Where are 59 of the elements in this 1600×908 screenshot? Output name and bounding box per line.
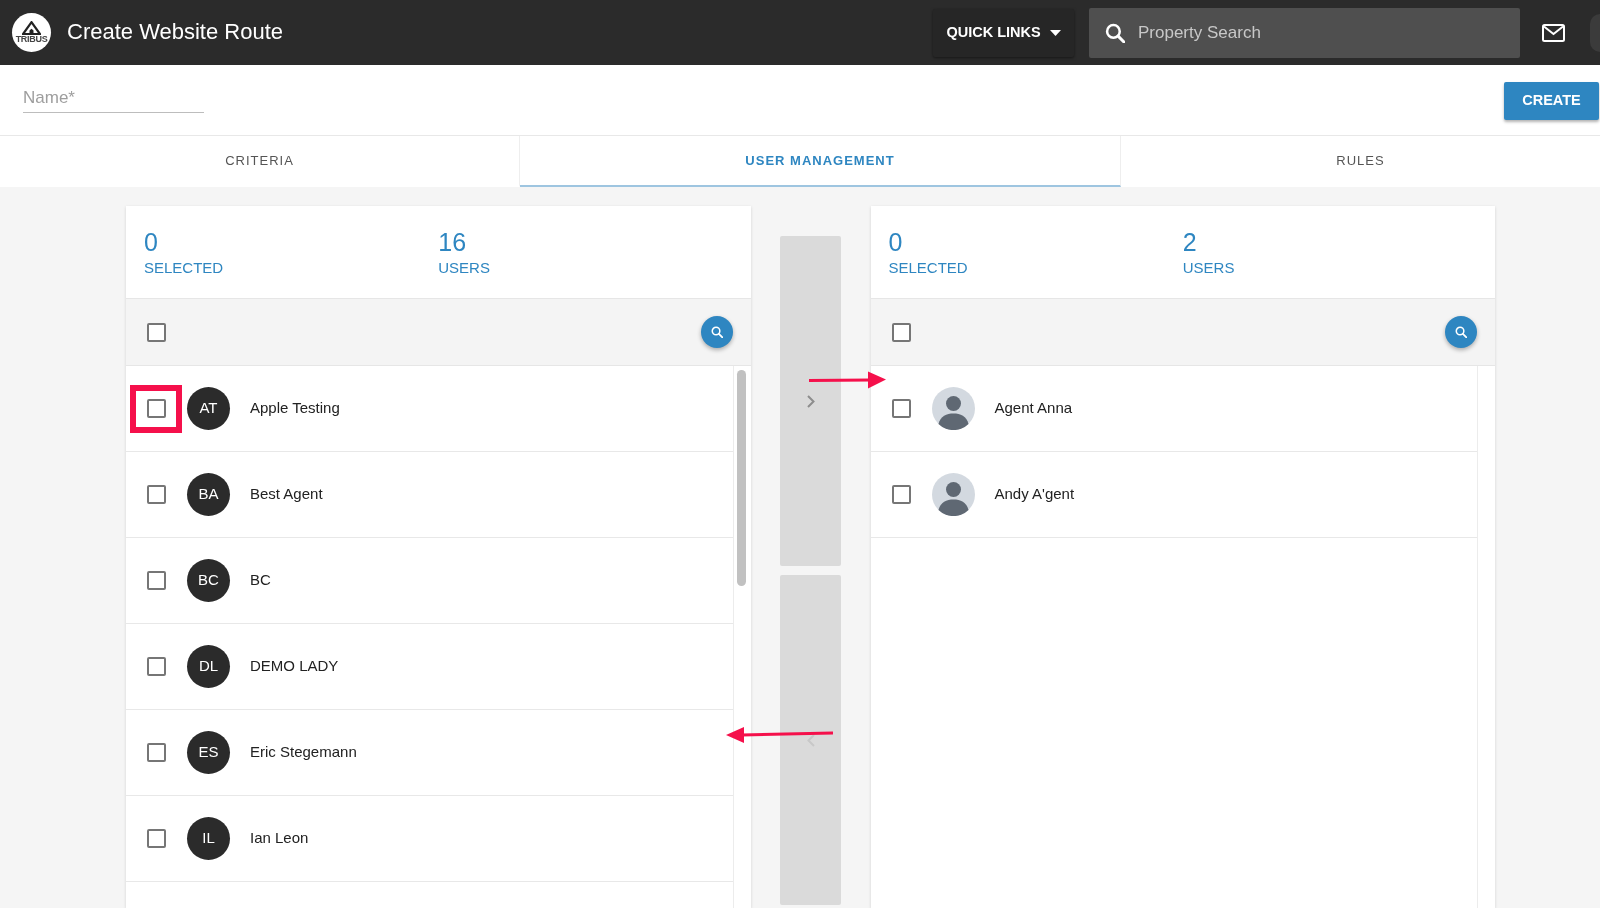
scrollbar-thumb[interactable] [736,370,746,586]
initials-avatar: AT [187,387,230,430]
quick-links-button[interactable]: QUICK LINKS [933,8,1074,57]
row-checkbox[interactable] [147,571,166,590]
search-button[interactable] [700,316,733,348]
user-name: Ian Leon [250,828,309,849]
stat-value: 0 [888,227,904,257]
user-name: Apple Testing [250,398,340,419]
search-icon [1105,22,1125,43]
row-checkbox[interactable] [891,399,911,418]
select-all-checkbox[interactable] [891,322,911,342]
user-name: DEMO LADY [250,656,339,677]
user-name: Eric Stegemann [250,742,357,763]
tab[interactable]: USER MANAGEMENT [520,136,1121,187]
initials-avatar: DL [187,645,230,688]
stat-value: 0 [144,227,159,257]
search-field[interactable]: Property Search [1089,7,1520,58]
initials-avatar: BC [187,559,230,602]
row-checkbox[interactable] [147,829,166,848]
mail-icon[interactable] [1542,23,1565,42]
initials-avatar: BA [187,473,230,516]
select-all-checkbox[interactable] [147,322,166,342]
roof-icon [22,21,41,35]
avatar-silhouette-icon [931,387,975,430]
user-row[interactable]: IL Ian Leon [126,796,733,882]
user-row[interactable]: DL DEMO LADY [126,624,733,710]
stat-value: 2 [1182,227,1198,257]
row-checkbox[interactable] [147,399,166,418]
avatar-silhouette-icon [931,473,975,516]
search-icon [710,326,723,338]
user-row[interactable]: Andy A'gent [870,452,1477,538]
user-name: Best Agent [250,484,323,505]
user-row[interactable]: ES Eric Stegemann [126,710,733,796]
user-row[interactable]: Agent Anna [870,366,1477,452]
initials-avatar: IL [187,817,230,860]
caret-icon [1049,29,1061,36]
user-row[interactable]: BC BC [126,538,733,624]
user-row[interactable]: AT Apple Testing [126,366,733,452]
row-checkbox[interactable] [147,743,166,762]
highlight-frame [130,385,182,433]
search-button[interactable] [1445,316,1477,348]
create-button[interactable]: CREATE [1504,82,1599,120]
row-checkbox[interactable] [147,485,166,504]
user-name: Agent Anna [994,398,1073,419]
user-name: BC [250,570,271,591]
initials-avatar: ES [187,731,230,774]
row-checkbox[interactable] [891,485,911,504]
page-title: Create Website Route [67,19,284,46]
stat-label: USERS [438,259,491,277]
stat-value: 16 [438,227,468,257]
name-field[interactable]: Name* [23,83,204,113]
logo-text: TRIBUS [15,35,48,44]
row-checkbox[interactable] [147,657,166,676]
user-row[interactable]: BA Best Agent [126,452,733,538]
stat-label: SELECTED [888,259,969,277]
search-icon [1455,326,1467,338]
user-name: Andy A'gent [994,484,1075,505]
stat-label: USERS [1182,259,1236,277]
stat-label: SELECTED [144,259,225,277]
